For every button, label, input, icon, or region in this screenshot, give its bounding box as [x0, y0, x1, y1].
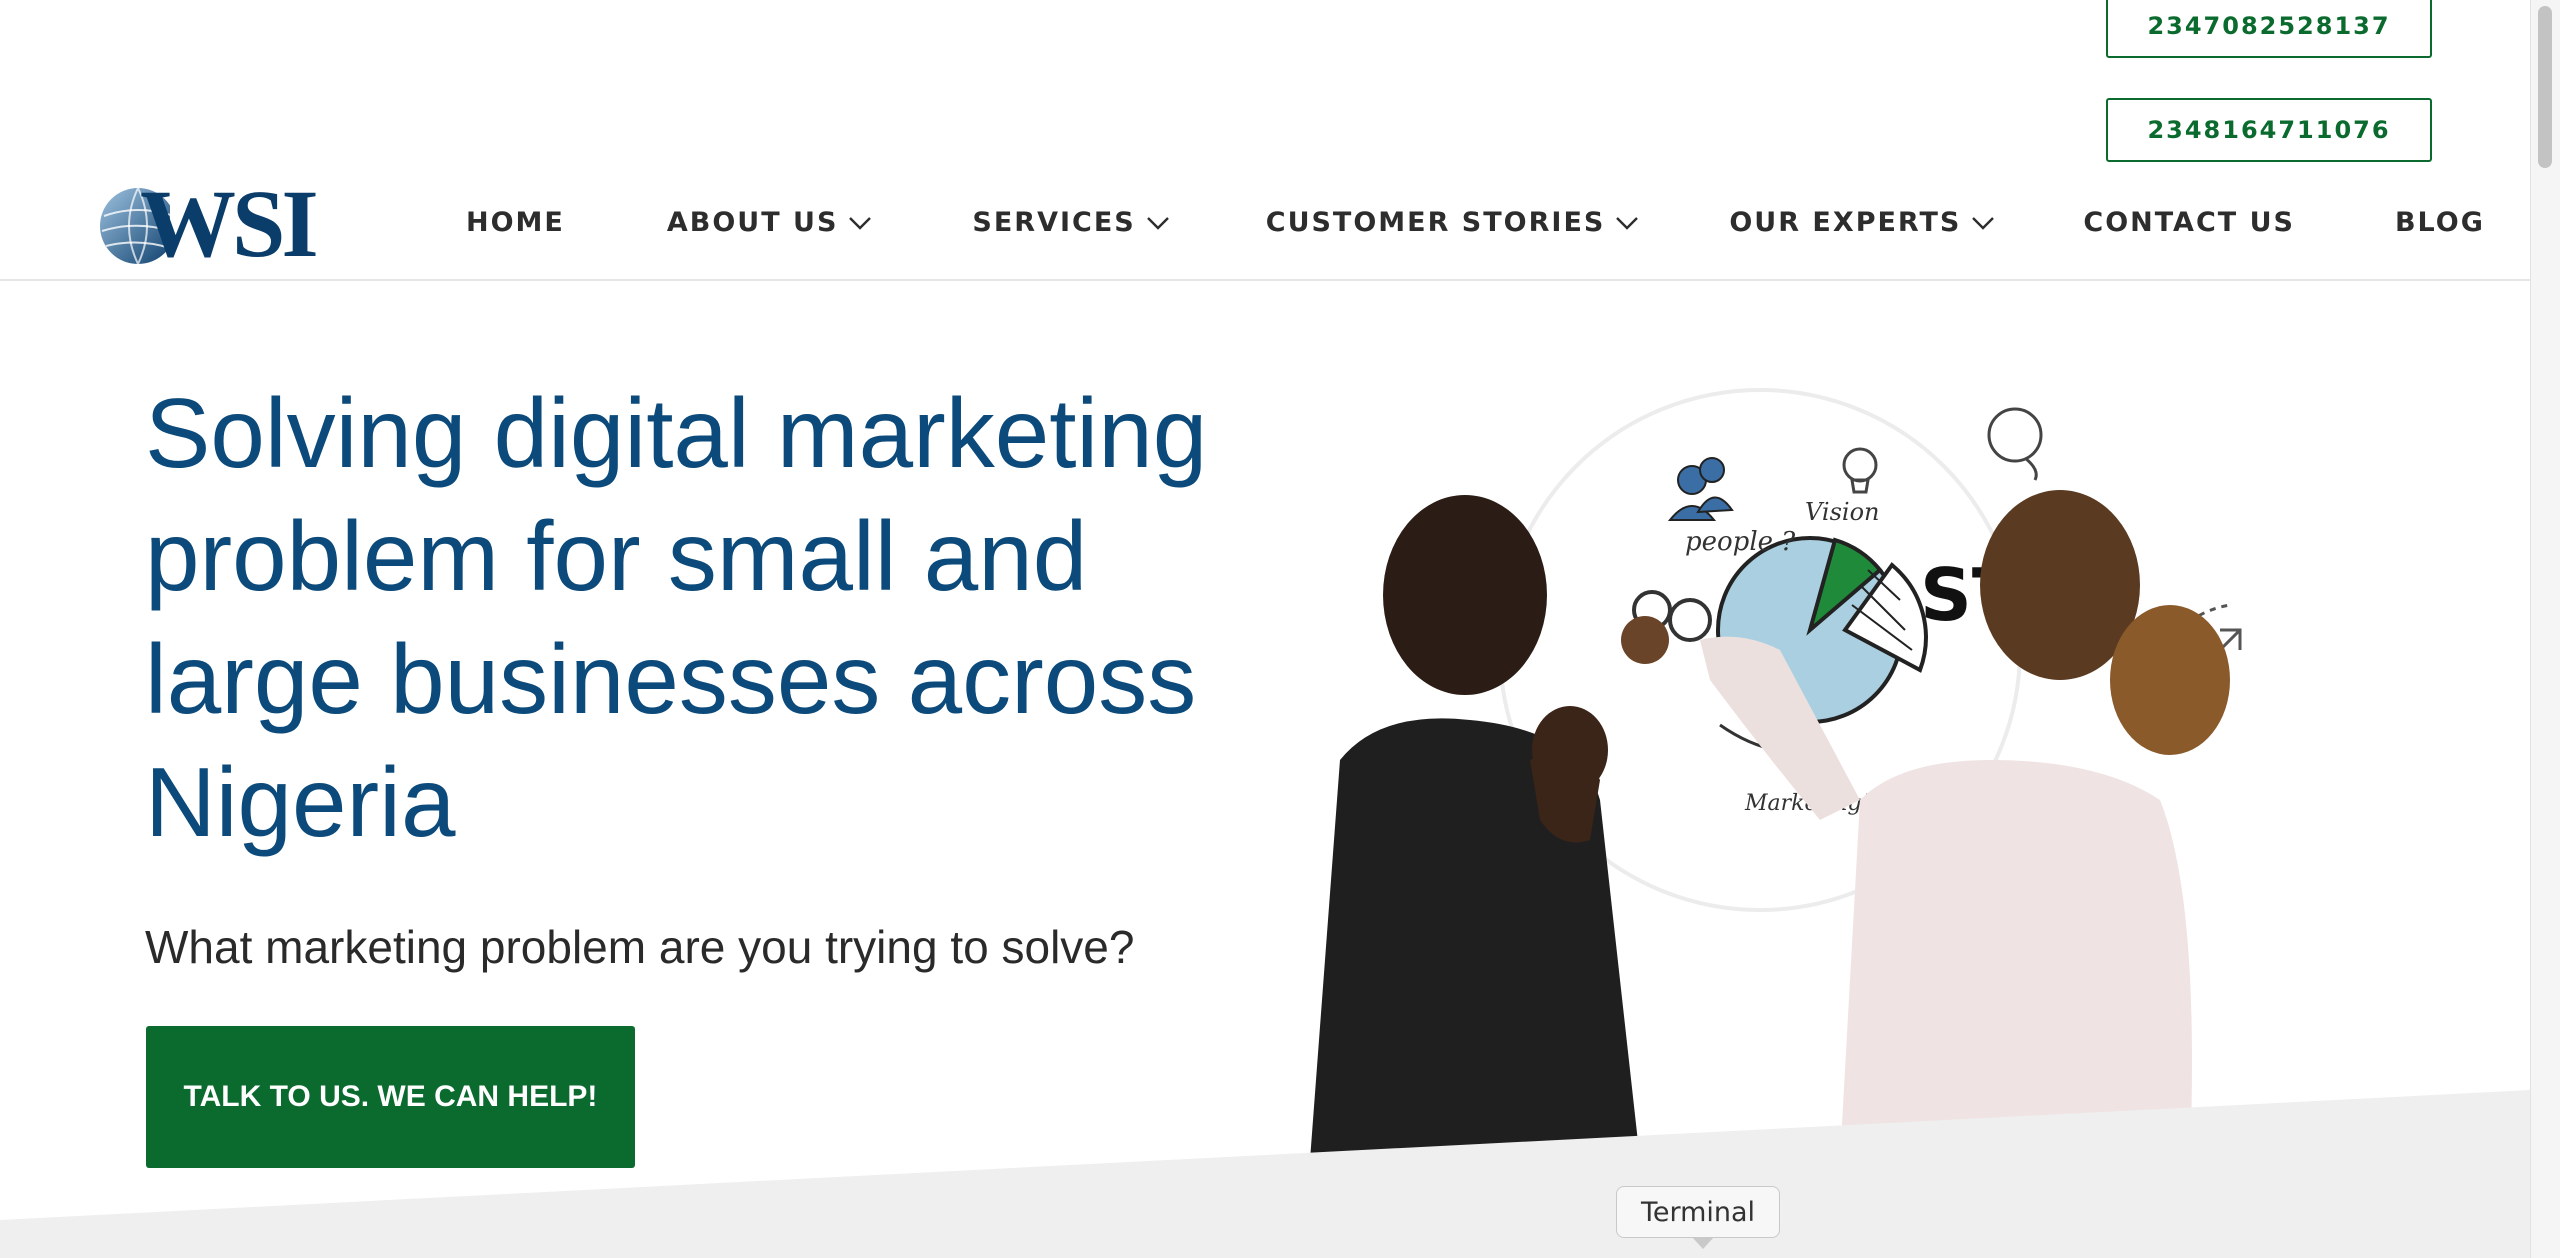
nav-services[interactable]: SERVICES — [972, 207, 1169, 238]
phone-button-2[interactable]: 2348164711076 — [2106, 98, 2432, 162]
main-navigation: HOME ABOUT US SERVICES CUSTOMER STORIES … — [466, 166, 2485, 279]
terminal-tooltip: Terminal — [1616, 1186, 1780, 1238]
sketch-text-vision: Vision — [1805, 498, 1879, 526]
hero-headline: Solving digital marketing problem for sm… — [145, 378, 1208, 857]
vertical-scrollbar[interactable] — [2530, 0, 2560, 1258]
chevron-down-icon — [849, 216, 872, 230]
tooltip-arrow — [1692, 1237, 1714, 1249]
chevron-down-icon — [1616, 216, 1639, 230]
hero-subheadline: What marketing problem are you trying to… — [145, 921, 1135, 973]
nav-contact-label: CONTACT US — [2083, 207, 2295, 238]
scrollbar-thumb[interactable] — [2538, 6, 2552, 168]
nav-home-label: HOME — [466, 207, 565, 238]
nav-blog-label: BLOG — [2394, 207, 2485, 238]
chevron-down-icon — [1972, 216, 1995, 230]
nav-stories-label: CUSTOMER STORIES — [1265, 207, 1606, 238]
phone-button-1[interactable]: 2347082528137 — [2106, 0, 2432, 58]
site-header: WSI HOME ABOUT US SERVICES CUSTOMER STOR… — [0, 166, 2530, 281]
nav-blog[interactable]: BLOG — [2395, 207, 2485, 238]
nav-our-experts[interactable]: OUR EXPERTS — [1729, 207, 1995, 238]
nav-home[interactable]: HOME — [466, 207, 565, 238]
section-divider — [0, 1090, 2530, 1258]
nav-about-us[interactable]: ABOUT US — [667, 207, 873, 238]
nav-services-label: SERVICES — [972, 207, 1136, 238]
sketch-text-people: people ? — [1685, 527, 1796, 557]
chevron-down-icon — [1146, 216, 1169, 230]
wsi-logo[interactable]: WSI — [98, 174, 338, 274]
nav-customer-stories[interactable]: CUSTOMER STORIES — [1266, 207, 1640, 238]
nav-experts-label: OUR EXPERTS — [1729, 207, 1962, 238]
nav-about-label: ABOUT US — [666, 207, 839, 238]
hero-illustration: people ? Vision ST Marketing! — [1310, 388, 2242, 1160]
nav-contact-us[interactable]: CONTACT US — [2083, 207, 2295, 238]
logo-wordmark: WSI — [140, 170, 319, 277]
